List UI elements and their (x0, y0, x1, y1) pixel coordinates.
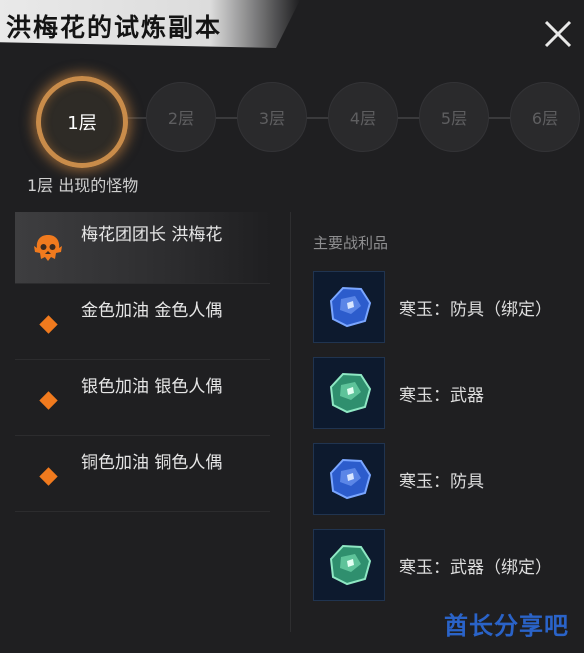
floor-tab-label: 5层 (440, 109, 468, 128)
orange-diamond-icon (38, 314, 58, 334)
floor-tab-1[interactable]: 1层 (36, 76, 128, 168)
watermark: 酋长分享吧 (444, 612, 569, 640)
green-jade-gem-icon (313, 357, 385, 429)
loot-label: 寒玉：武器 (399, 385, 484, 406)
loot-item[interactable]: 寒玉：武器（绑定） (313, 528, 573, 602)
orange-diamond-icon (38, 390, 58, 410)
loot-item[interactable]: 寒玉：武器 (313, 356, 573, 430)
close-button[interactable] (540, 16, 576, 52)
floor-tab-label: 6层 (531, 109, 559, 128)
monster-item-boss[interactable]: 梅花团团长 洪梅花 (15, 212, 270, 284)
floor-tab-label: 3层 (258, 109, 286, 128)
loot-label: 寒玉：武器（绑定） (399, 557, 552, 578)
monster-name: 金色加油 金色人偶 (81, 301, 223, 321)
blue-jade-gem-icon (313, 271, 385, 343)
monster-item[interactable]: 银色加油 银色人偶 (15, 364, 270, 436)
close-icon (544, 20, 572, 48)
monster-name: 铜色加油 铜色人偶 (81, 453, 223, 473)
floor-tab-6[interactable]: 6层 (510, 82, 580, 152)
orange-diamond-icon (38, 466, 58, 486)
floor-tab-2[interactable]: 2层 (146, 82, 216, 152)
floor-caption: 1层 出现的怪物 (27, 176, 139, 195)
boss-skull-icon (15, 212, 81, 284)
page-title: 洪梅花的试炼副本 (6, 13, 223, 42)
panel-divider (290, 212, 291, 632)
monster-item[interactable]: 铜色加油 铜色人偶 (15, 440, 270, 512)
green-jade-gem-icon (313, 529, 385, 601)
floor-tab-5[interactable]: 5层 (419, 82, 489, 152)
monster-name: 梅花团团长 洪梅花 (81, 225, 223, 245)
monster-name: 银色加油 银色人偶 (81, 377, 223, 397)
loot-label: 寒玉：防具（绑定） (399, 299, 552, 320)
floor-tab-label: 2层 (167, 109, 195, 128)
loot-header: 主要战利品 (313, 234, 389, 252)
floor-tab-label: 1层 (67, 113, 97, 134)
loot-label: 寒玉：防具 (399, 471, 484, 492)
floor-tab-label: 4层 (349, 109, 377, 128)
floor-tab-3[interactable]: 3层 (237, 82, 307, 152)
monster-item[interactable]: 金色加油 金色人偶 (15, 288, 270, 360)
loot-item[interactable]: 寒玉：防具 (313, 442, 573, 516)
blue-jade-gem-icon (313, 443, 385, 515)
loot-item[interactable]: 寒玉：防具（绑定） (313, 270, 573, 344)
floor-tab-4[interactable]: 4层 (328, 82, 398, 152)
